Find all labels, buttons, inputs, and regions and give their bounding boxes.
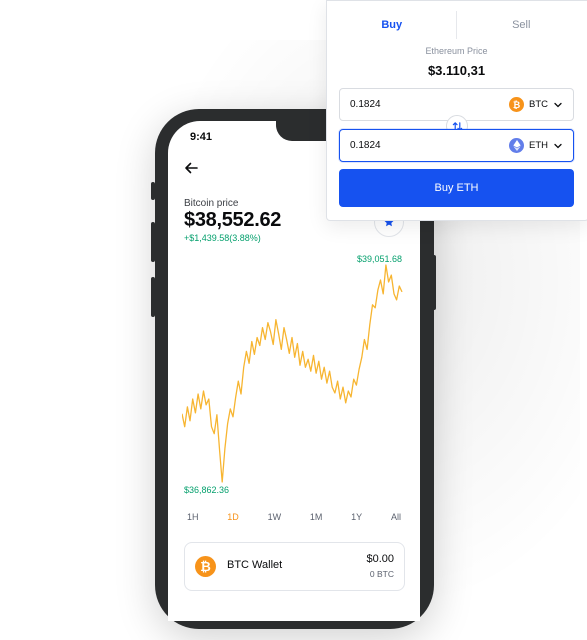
phone-volume-up: [151, 222, 155, 262]
buy-eth-button[interactable]: Buy ETH: [339, 169, 574, 207]
phone-silent-switch: [151, 182, 155, 200]
status-time: 9:41: [190, 131, 212, 143]
range-1m[interactable]: 1M: [307, 512, 326, 522]
wallet-name: BTC Wallet: [227, 559, 282, 571]
range-1d[interactable]: 1D: [224, 512, 242, 522]
ethereum-icon: [509, 138, 524, 153]
btc-wallet-row[interactable]: ₿ BTC Wallet $0.00 0 BTC: [184, 542, 405, 591]
time-range-selector: 1H 1D 1W 1M 1Y All: [184, 512, 404, 522]
range-1h[interactable]: 1H: [184, 512, 202, 522]
chevron-down-icon: [553, 100, 563, 110]
back-arrow-icon-graphic: [184, 161, 198, 175]
wallet-crypto-balance: 0 BTC: [370, 569, 394, 579]
range-1w[interactable]: 1W: [265, 512, 285, 522]
range-1y[interactable]: 1Y: [348, 512, 365, 522]
from-currency-select[interactable]: ₿ BTC: [509, 89, 563, 120]
to-amount-field[interactable]: ETH: [339, 129, 574, 162]
chart-low-label: $36,862.36: [184, 485, 229, 495]
tab-divider: [456, 11, 457, 39]
range-all[interactable]: All: [388, 512, 404, 522]
to-currency-label: ETH: [529, 140, 548, 151]
coin-price: $38,552.62: [184, 209, 281, 232]
phone-volume-down: [151, 277, 155, 317]
price-line-series: [182, 265, 402, 482]
bitcoin-icon: ₿: [509, 97, 524, 112]
chevron-down-icon: [553, 141, 563, 151]
coin-price-label: Bitcoin price: [184, 198, 238, 209]
from-currency-label: BTC: [529, 99, 548, 110]
bitcoin-icon: ₿: [195, 556, 216, 577]
eth-price-label: Ethereum Price: [327, 46, 586, 56]
to-amount-input[interactable]: [350, 130, 490, 161]
trade-card: Buy Sell Ethereum Price $3.110,31 ₿ BTC: [326, 0, 587, 221]
coin-price-change: +$1,439.58(3.88%): [184, 233, 261, 243]
from-amount-input[interactable]: [350, 89, 490, 120]
tab-sell[interactable]: Sell: [457, 1, 587, 49]
price-chart[interactable]: [182, 261, 406, 486]
wallet-fiat-balance: $0.00: [366, 553, 394, 565]
tab-buy[interactable]: Buy: [327, 1, 457, 49]
to-currency-select[interactable]: ETH: [509, 130, 563, 161]
ethereum-diamond-icon: [513, 140, 521, 151]
phone-power-button: [432, 255, 436, 310]
eth-price: $3.110,31: [327, 63, 586, 78]
back-arrow-icon[interactable]: [184, 161, 202, 179]
